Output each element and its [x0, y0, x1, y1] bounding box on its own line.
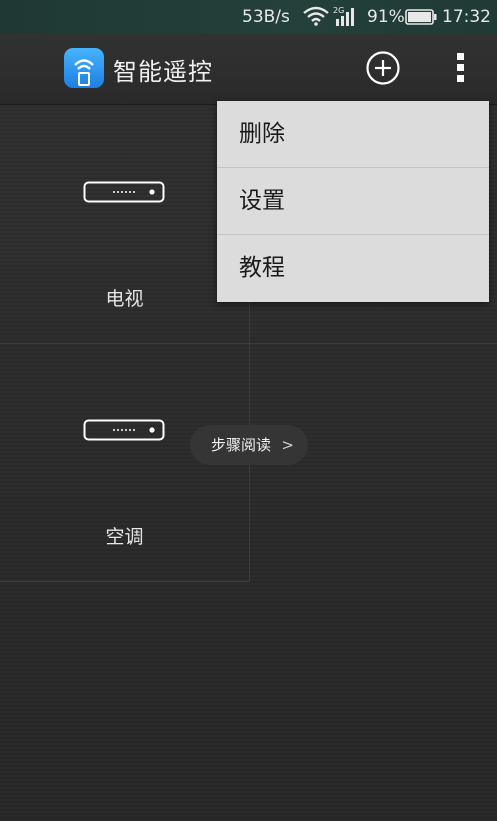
- more-icon[interactable]: [450, 50, 470, 86]
- app-title: 智能遥控: [113, 58, 213, 86]
- remote-device-icon: [83, 181, 165, 203]
- wifi-icon: [303, 6, 329, 26]
- network-speed: 53B/s: [242, 7, 290, 27]
- device-tile-tv[interactable]: 电视: [0, 105, 250, 344]
- status-bar: 53B/s 2G 91% 17:32: [0, 0, 497, 34]
- device-label-ac: 空调: [105, 526, 144, 548]
- remote-device-icon: [83, 419, 165, 441]
- add-icon[interactable]: [365, 50, 401, 86]
- app-bar: 智能遥控: [0, 34, 497, 105]
- chevron-right-icon: >: [281, 436, 294, 454]
- device-label-tv: 电视: [105, 288, 144, 310]
- signal-icon: 2G: [333, 6, 354, 26]
- overflow-menu: 删除 设置 教程: [217, 101, 489, 302]
- battery-percent: 91%: [367, 7, 405, 27]
- clock: 17:32: [442, 7, 491, 27]
- menu-item-delete[interactable]: 删除: [217, 101, 489, 168]
- step-reading-label: 步骤阅读: [211, 436, 272, 454]
- step-reading-button[interactable]: 步骤阅读 >: [190, 425, 308, 465]
- menu-item-tutorial[interactable]: 教程: [217, 235, 489, 302]
- app-logo-icon: [64, 48, 104, 88]
- menu-item-settings[interactable]: 设置: [217, 168, 489, 235]
- network-type-label: 2G: [333, 6, 344, 15]
- battery-icon: [405, 9, 437, 25]
